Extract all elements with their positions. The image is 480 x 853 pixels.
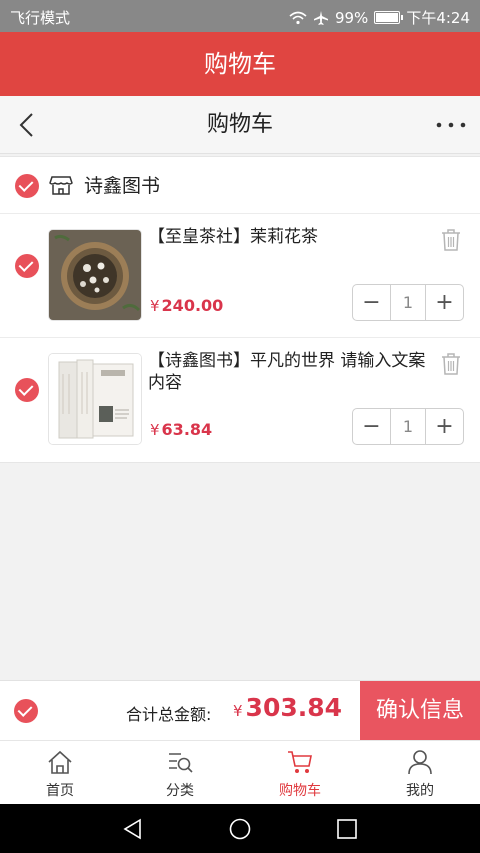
tab-label: 分类 — [166, 783, 194, 799]
battery-percent: 99% — [334, 8, 369, 27]
system-recents-icon[interactable] — [336, 818, 358, 840]
page-title: 购物车 — [206, 112, 273, 137]
shop-section: 诗鑫图书 【至皇茶社】茉莉花茶 ¥240.00 − 1 + 【诗鑫图书】平凡的世… — [0, 156, 480, 463]
system-home-icon[interactable] — [229, 818, 251, 840]
confirm-button[interactable]: 确认信息 — [360, 681, 480, 741]
product-price: ¥240.00 — [150, 296, 224, 315]
category-search-icon — [169, 753, 193, 773]
tab-cart[interactable]: 购物车 — [240, 741, 360, 804]
total-label: 合计总金额: — [126, 705, 212, 724]
nav-bar: 购物车 — [0, 96, 480, 154]
app-header: 购物车 — [0, 32, 480, 96]
delete-icon[interactable] — [440, 352, 462, 376]
app-title: 购物车 — [204, 50, 276, 78]
shop-header: 诗鑫图书 — [0, 157, 480, 214]
product-name[interactable]: 【至皇茶社】茉莉花茶 — [148, 226, 428, 248]
tab-label: 首页 — [46, 783, 74, 799]
tab-home[interactable]: 首页 — [0, 741, 120, 804]
carrier-text: 飞行模式 — [10, 9, 71, 27]
store-icon — [49, 176, 73, 195]
status-icons: 99% 下午4:24 — [289, 7, 470, 28]
user-icon — [408, 750, 432, 775]
tab-label: 我的 — [406, 783, 434, 799]
clock-text: 下午4:24 — [406, 9, 470, 27]
quantity-stepper: − 1 + — [352, 408, 464, 445]
decrease-button[interactable]: − — [353, 285, 390, 320]
product-image[interactable] — [48, 229, 142, 321]
quantity-stepper: − 1 + — [352, 284, 464, 321]
quantity-value[interactable]: 1 — [390, 409, 426, 444]
tab-category[interactable]: 分类 — [120, 741, 240, 804]
total-amount: ¥303.84 — [233, 693, 343, 722]
battery-icon — [374, 11, 404, 24]
select-all-checkbox[interactable] — [14, 699, 38, 723]
increase-button[interactable]: + — [426, 285, 463, 320]
wifi-icon — [289, 11, 307, 24]
cart-icon — [288, 751, 312, 773]
checkout-bar: 合计总金额: ¥303.84 确认信息 — [0, 680, 480, 741]
airplane-icon — [313, 10, 328, 25]
product-image[interactable] — [48, 353, 142, 445]
tab-profile[interactable]: 我的 — [360, 741, 480, 804]
product-name[interactable]: 【诗鑫图书】平凡的世界 请输入文案内容 — [148, 350, 428, 394]
increase-button[interactable]: + — [426, 409, 463, 444]
product-price: ¥63.84 — [150, 420, 213, 439]
decrease-button[interactable]: − — [353, 409, 390, 444]
bottom-tab-bar: 首页 分类 购物车 我的 — [0, 740, 480, 804]
system-back-icon[interactable] — [122, 818, 144, 840]
quantity-value[interactable]: 1 — [390, 285, 426, 320]
home-icon — [48, 750, 72, 774]
shop-select-checkbox[interactable] — [15, 174, 39, 198]
tab-label: 购物车 — [279, 783, 321, 799]
cart-item: 【诗鑫图书】平凡的世界 请输入文案内容 ¥63.84 − 1 + — [0, 338, 480, 462]
item-select-checkbox[interactable] — [15, 378, 39, 402]
system-nav-bar — [0, 804, 480, 853]
more-icon[interactable] — [434, 110, 468, 140]
item-select-checkbox[interactable] — [15, 254, 39, 278]
shop-name: 诗鑫图书 — [84, 175, 161, 197]
delete-icon[interactable] — [440, 228, 462, 252]
cart-item: 【至皇茶社】茉莉花茶 ¥240.00 − 1 + — [0, 214, 480, 338]
status-bar: 飞行模式 99% 下午4:24 — [0, 0, 480, 32]
